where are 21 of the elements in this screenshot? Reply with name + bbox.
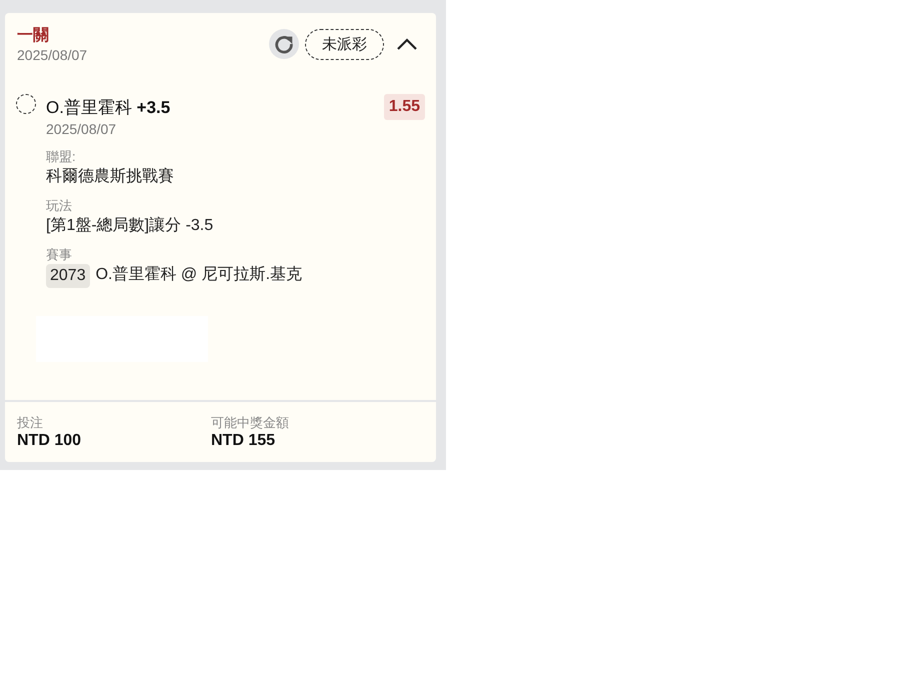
selection-name: O.普里霍科 +3.5: [46, 96, 170, 118]
amount-label: 可能中獎金額: [211, 414, 289, 432]
caret-icon: [396, 37, 418, 51]
detail-value: [第1盤-總局數]讓分 -3.5: [46, 216, 214, 236]
detail-label: 玩法: [46, 197, 72, 215]
refresh-icon: [273, 33, 295, 55]
refresh-button[interactable]: [269, 29, 299, 59]
detail-value: 科爾德農斯挑戰賽: [46, 166, 174, 187]
event-date: 2025/08/07: [46, 120, 116, 138]
bet-date: 2025/08/07: [17, 46, 88, 64]
odds-badge: 1.55: [384, 94, 425, 120]
amount-value: NTD 100: [17, 432, 82, 450]
detail-label: 賽事: [46, 246, 72, 264]
bet-type-title: 一關: [17, 26, 50, 46]
amount-value: NTD 155: [211, 432, 276, 450]
status-badge: 未派彩: [305, 28, 384, 60]
detail-value: O.普里霍科 @ 尼可拉斯.基克: [96, 264, 302, 285]
detail-label: 聯盟:: [46, 148, 76, 166]
amount-label: 投注: [17, 414, 43, 432]
event-code: 2073: [46, 264, 90, 288]
radio-button[interactable]: [16, 94, 36, 114]
